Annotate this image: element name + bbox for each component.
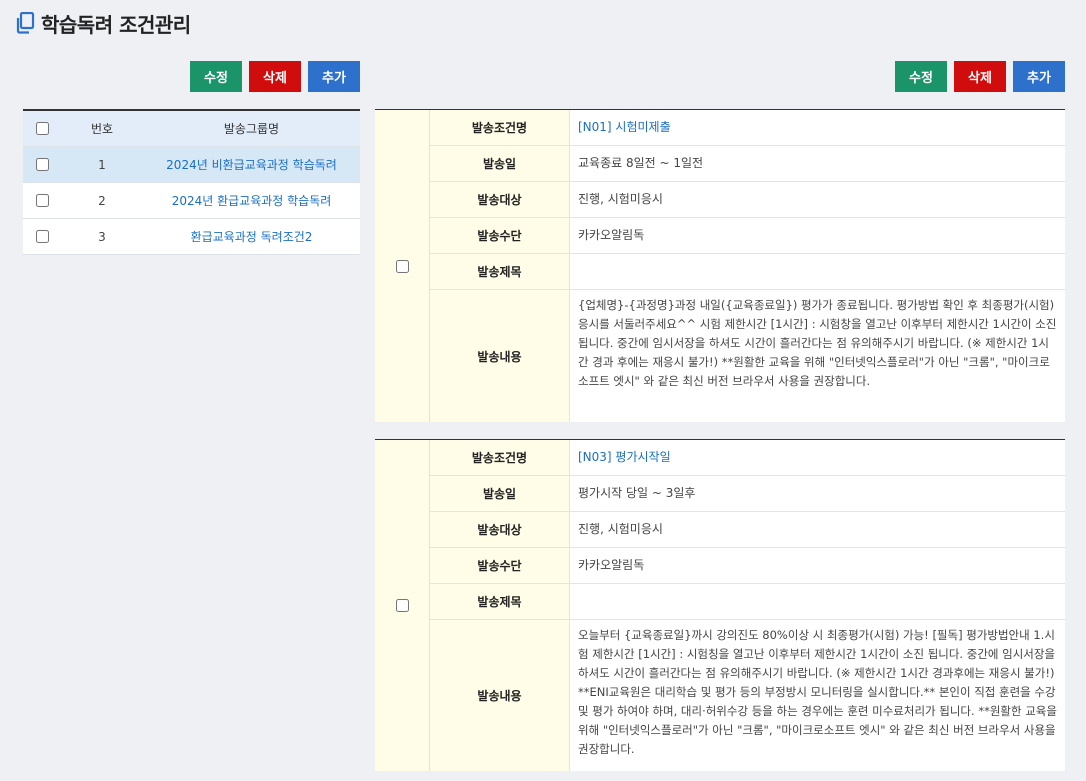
select-all-checkbox[interactable] xyxy=(35,122,49,135)
field-row-send-day: 발송일 평가시작 당일 ~ 3일후 xyxy=(430,476,1065,512)
column-header-name: 발송그룹명 xyxy=(223,122,280,136)
field-row-method: 발송수단 카카오알림독 xyxy=(430,218,1065,254)
subject-value xyxy=(570,584,1065,619)
condition-delete-button[interactable]: 삭제 xyxy=(954,61,1006,92)
table-row[interactable]: 1 2024년 비환급교육과정 학습독려 xyxy=(23,147,360,183)
row-checkbox[interactable] xyxy=(35,158,49,171)
field-label: 발송대상 xyxy=(430,512,570,547)
method-value: 카카오알림독 xyxy=(578,228,645,242)
condition-add-button[interactable]: 추가 xyxy=(1013,61,1065,92)
field-label: 발송제목 xyxy=(430,254,570,289)
table-row[interactable]: 3 환급교육과정 독려조건2 xyxy=(23,219,360,255)
group-edit-button[interactable]: 수정 xyxy=(190,61,242,92)
condition-card: 발송조건명 [N01] 시험미제출 발송일 교육종료 8일전 ~ 1일전 발송대… xyxy=(375,109,1065,422)
field-row-content: 발송내용 오늘부터 {교육종료일}까시 강의진도 80%이상 시 최종평가(시험… xyxy=(430,620,1065,771)
column-header-no: 번호 xyxy=(90,122,114,136)
copy-icon xyxy=(16,12,35,34)
field-label: 발송제목 xyxy=(430,584,570,619)
row-number: 1 xyxy=(98,157,106,172)
field-row-subject: 발송제목 xyxy=(430,584,1065,620)
condition-checkbox[interactable] xyxy=(395,599,409,612)
row-checkbox[interactable] xyxy=(35,194,49,207)
page-title: 학습독려 조건관리 xyxy=(41,12,191,37)
page-header: 학습독려 조건관리 xyxy=(15,9,191,37)
condition-toolbar: 수정 삭제 추가 xyxy=(895,61,1065,92)
content-value: {업체명}-{과정명}과정 내일({교육종료일}) 평가가 종료됩니다. 평가방… xyxy=(578,298,1057,388)
field-label: 발송일 xyxy=(430,146,570,181)
field-label: 발송내용 xyxy=(430,620,570,771)
condition-edit-button[interactable]: 수정 xyxy=(895,61,947,92)
group-toolbar: 수정 삭제 추가 xyxy=(190,61,360,92)
group-name-link[interactable]: 2024년 환급교육과정 학습독려 xyxy=(143,192,360,209)
content-value: 오늘부터 {교육종료일}까시 강의진도 80%이상 시 최종평가(시험) 가능!… xyxy=(578,628,1057,756)
group-name-link[interactable]: 2024년 비환급교육과정 학습독려 xyxy=(143,156,360,173)
send-day-value: 교육종료 8일전 ~ 1일전 xyxy=(578,156,704,170)
field-row-cond-name: 발송조건명 [N01] 시험미제출 xyxy=(430,110,1065,146)
send-day-value: 평가시작 당일 ~ 3일후 xyxy=(578,486,696,500)
condition-card: 발송조건명 [N03] 평가시작일 발송일 평가시작 당일 ~ 3일후 발송대상… xyxy=(375,439,1065,771)
method-value: 카카오알림독 xyxy=(578,558,645,572)
condition-name-link[interactable]: [N03] 평가시작일 xyxy=(570,440,1065,475)
row-number: 3 xyxy=(98,229,106,244)
field-row-target: 발송대상 진행, 시험미응시 xyxy=(430,182,1065,218)
row-checkbox[interactable] xyxy=(35,230,49,243)
field-label: 발송수단 xyxy=(430,218,570,253)
field-label: 발송수단 xyxy=(430,548,570,583)
target-value: 진행, 시험미응시 xyxy=(578,192,663,206)
field-label: 발송일 xyxy=(430,476,570,511)
group-name-link[interactable]: 환급교육과정 독려조건2 xyxy=(143,228,360,245)
condition-name-link[interactable]: [N01] 시험미제출 xyxy=(570,110,1065,145)
field-row-target: 발송대상 진행, 시험미응시 xyxy=(430,512,1065,548)
field-row-subject: 발송제목 xyxy=(430,254,1065,290)
field-row-cond-name: 발송조건명 [N03] 평가시작일 xyxy=(430,440,1065,476)
subject-value xyxy=(570,254,1065,289)
table-row[interactable]: 2 2024년 환급교육과정 학습독려 xyxy=(23,183,360,219)
condition-checkbox[interactable] xyxy=(395,259,409,273)
field-row-send-day: 발송일 교육종료 8일전 ~ 1일전 xyxy=(430,146,1065,182)
field-label: 발송조건명 xyxy=(430,440,570,475)
group-delete-button[interactable]: 삭제 xyxy=(249,61,301,92)
field-label: 발송조건명 xyxy=(430,110,570,145)
field-row-method: 발송수단 카카오알림독 xyxy=(430,548,1065,584)
field-label: 발송내용 xyxy=(430,290,570,422)
table-header: 번호 발송그룹명 xyxy=(23,111,360,147)
field-label: 발송대상 xyxy=(430,182,570,217)
group-list-table: 번호 발송그룹명 1 2024년 비환급교육과정 학습독려 2 2024년 환급… xyxy=(23,109,360,255)
target-value: 진행, 시험미응시 xyxy=(578,522,663,536)
group-add-button[interactable]: 추가 xyxy=(308,61,360,92)
row-number: 2 xyxy=(98,193,106,208)
field-row-content: 발송내용 {업체명}-{과정명}과정 내일({교육종료일}) 평가가 종료됩니다… xyxy=(430,290,1065,422)
